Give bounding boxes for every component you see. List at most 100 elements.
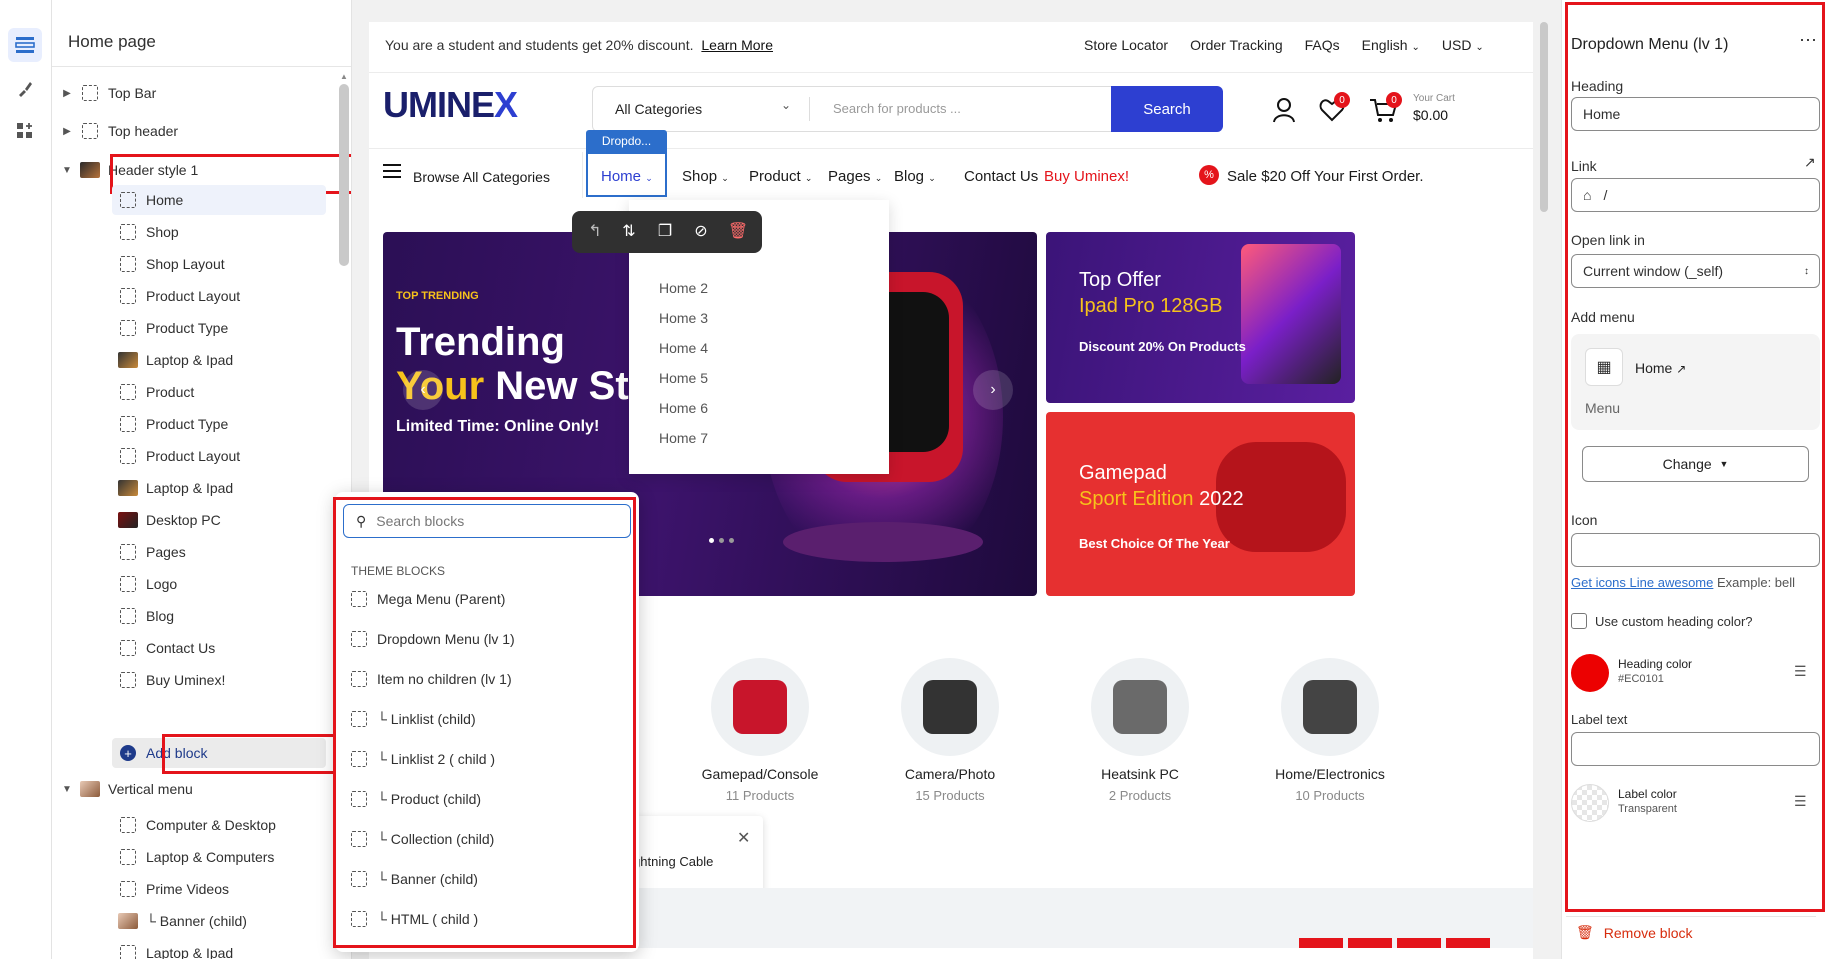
- menu-icon[interactable]: [383, 164, 401, 183]
- language-select[interactable]: English ⌄: [1362, 37, 1420, 53]
- close-icon[interactable]: ✕: [737, 828, 750, 848]
- canvas-scrollbar-thumb[interactable]: [1540, 22, 1548, 212]
- block-item[interactable]: Laptop & Ipad: [112, 938, 233, 959]
- block-item[interactable]: Buy Uminex!: [112, 665, 225, 695]
- category-item[interactable]: Camera/Photo 15 Products: [880, 658, 1020, 803]
- delete-icon[interactable]: 🗑: [727, 221, 749, 241]
- faqs-link[interactable]: FAQs: [1305, 37, 1340, 53]
- icons-link[interactable]: Get icons Line awesome: [1571, 575, 1713, 590]
- category-item[interactable]: Home/Electronics 10 Products: [1260, 658, 1400, 803]
- category-select[interactable]: All Categories: [615, 101, 702, 117]
- block-search-input[interactable]: ⚲ Search blocks: [343, 504, 631, 538]
- theme-block-option[interactable]: Item no children (lv 1): [351, 660, 512, 698]
- dropdown-item[interactable]: Home 6: [659, 400, 708, 416]
- block-item[interactable]: Computer & Desktop: [112, 810, 276, 840]
- icon-input[interactable]: [1571, 533, 1820, 567]
- theme-block-option[interactable]: Dropdown Menu (lv 1): [351, 620, 515, 658]
- block-item[interactable]: Home: [112, 185, 326, 215]
- block-item[interactable]: Laptop & Ipad: [112, 345, 233, 375]
- nav-pages[interactable]: Pages ⌄: [828, 168, 882, 185]
- theme-block-option[interactable]: └ Banner (child): [351, 860, 478, 898]
- block-item[interactable]: Product Layout: [112, 281, 240, 311]
- apps-icon[interactable]: [8, 114, 42, 148]
- dropdown-item[interactable]: Home 5: [659, 370, 708, 386]
- section-header-style-1[interactable]: ▼ Header style 1: [60, 155, 198, 185]
- sections-icon[interactable]: [8, 28, 42, 62]
- block-tag[interactable]: Dropdo...: [586, 130, 667, 152]
- offer-banner-ipad[interactable]: Top Offer Ipad Pro 128GB Discount 20% On…: [1046, 232, 1355, 403]
- caret-right-icon[interactable]: ▶: [60, 88, 74, 99]
- search-input[interactable]: Search for products ...: [833, 101, 961, 116]
- remove-block-button[interactable]: 🗑 Remove block: [1576, 924, 1692, 941]
- database-icon[interactable]: ☰: [1794, 793, 1807, 810]
- block-item[interactable]: Pages: [112, 537, 186, 567]
- category-item[interactable]: Gamepad/Console 11 Products: [690, 658, 830, 803]
- nav-contact[interactable]: Contact Us: [964, 168, 1038, 185]
- caret-down-icon[interactable]: ▼: [60, 784, 74, 795]
- search-button[interactable]: Search: [1111, 86, 1223, 132]
- next-arrow-icon[interactable]: ›: [973, 370, 1013, 410]
- theme-block-option[interactable]: └ Product (child): [351, 780, 481, 818]
- block-item[interactable]: Prime Videos: [112, 874, 229, 904]
- block-item[interactable]: Product Type: [112, 409, 228, 439]
- block-item[interactable]: └ Banner (child): [112, 906, 247, 936]
- store-locator-link[interactable]: Store Locator: [1084, 37, 1168, 53]
- open-in-select[interactable]: Current window (_self) ↕: [1571, 254, 1820, 288]
- label-color-swatch[interactable]: [1571, 784, 1609, 822]
- slider-dots[interactable]: [709, 538, 734, 543]
- block-item[interactable]: Logo: [112, 569, 177, 599]
- theme-block-option[interactable]: └ Linklist (child): [351, 700, 476, 738]
- block-item[interactable]: Laptop & Ipad: [112, 473, 233, 503]
- nav-shop[interactable]: Shop ⌄: [682, 168, 729, 185]
- caret-right-icon[interactable]: ▶: [60, 126, 74, 137]
- select-parent-icon[interactable]: ↰: [584, 221, 606, 241]
- menu-item-name[interactable]: Home ↗: [1635, 360, 1686, 376]
- category-item[interactable]: Heatsink PC 2 Products: [1070, 658, 1210, 803]
- theme-block-option[interactable]: └ HTML ( child ): [351, 900, 478, 938]
- section-top-bar[interactable]: ▶ Top Bar: [60, 78, 156, 108]
- block-item[interactable]: Shop: [112, 217, 179, 247]
- block-item[interactable]: Product Layout: [112, 441, 240, 471]
- tree-scrollbar-thumb[interactable]: [339, 84, 349, 266]
- block-item[interactable]: Product: [112, 377, 194, 407]
- theme-block-option[interactable]: Mega Menu (Parent): [351, 580, 505, 618]
- offer-banner-gamepad[interactable]: Gamepad Sport Edition 2022 Best Choice O…: [1046, 412, 1355, 596]
- more-options-icon[interactable]: ⋯: [1799, 30, 1817, 51]
- nav-buy-uminex[interactable]: Buy Uminex!: [1044, 168, 1129, 185]
- theme-settings-icon[interactable]: [8, 72, 42, 106]
- account-icon[interactable]: [1272, 97, 1296, 128]
- link-input[interactable]: ⌂ /: [1571, 178, 1820, 212]
- add-block-button[interactable]: + Add block: [112, 738, 326, 768]
- nav-home[interactable]: Home ⌄: [601, 168, 653, 185]
- order-tracking-link[interactable]: Order Tracking: [1190, 37, 1283, 53]
- block-item[interactable]: Product Type: [112, 313, 228, 343]
- dropdown-item[interactable]: Home 7: [659, 430, 708, 446]
- theme-block-option[interactable]: └ Collection (child): [351, 820, 494, 858]
- custom-color-checkbox[interactable]: [1571, 613, 1587, 629]
- section-vertical-menu[interactable]: ▼ Vertical menu: [60, 774, 193, 804]
- caret-down-icon[interactable]: ▼: [60, 165, 74, 176]
- block-item[interactable]: Blog: [112, 601, 174, 631]
- duplicate-icon[interactable]: ❐: [654, 221, 676, 241]
- dropdown-item[interactable]: Home 3: [659, 310, 708, 326]
- heading-input[interactable]: Home: [1571, 97, 1820, 131]
- prev-arrow-icon[interactable]: ‹: [403, 370, 443, 410]
- external-link-icon[interactable]: ↗: [1804, 154, 1816, 171]
- nav-product[interactable]: Product ⌄: [749, 168, 812, 185]
- learn-more-link[interactable]: Learn More: [701, 37, 773, 53]
- store-logo[interactable]: UMINEX: [383, 84, 518, 126]
- scroll-up-icon[interactable]: ▲: [340, 72, 348, 81]
- database-icon[interactable]: ☰: [1794, 663, 1807, 680]
- block-item[interactable]: Shop Layout: [112, 249, 225, 279]
- dropdown-item[interactable]: Home 4: [659, 340, 708, 356]
- block-item[interactable]: Desktop PC: [112, 505, 221, 535]
- label-text-input[interactable]: [1571, 732, 1820, 766]
- move-icon[interactable]: ⇅: [618, 221, 640, 241]
- nav-blog[interactable]: Blog ⌄: [894, 168, 936, 185]
- hide-icon[interactable]: ⊘: [690, 221, 712, 241]
- heading-color-swatch[interactable]: [1571, 654, 1609, 692]
- theme-block-option[interactable]: └ Linklist 2 ( child ): [351, 740, 495, 778]
- block-item[interactable]: Laptop & Computers: [112, 842, 274, 872]
- section-top-header[interactable]: ▶ Top header: [60, 116, 178, 146]
- currency-select[interactable]: USD ⌄: [1442, 37, 1484, 53]
